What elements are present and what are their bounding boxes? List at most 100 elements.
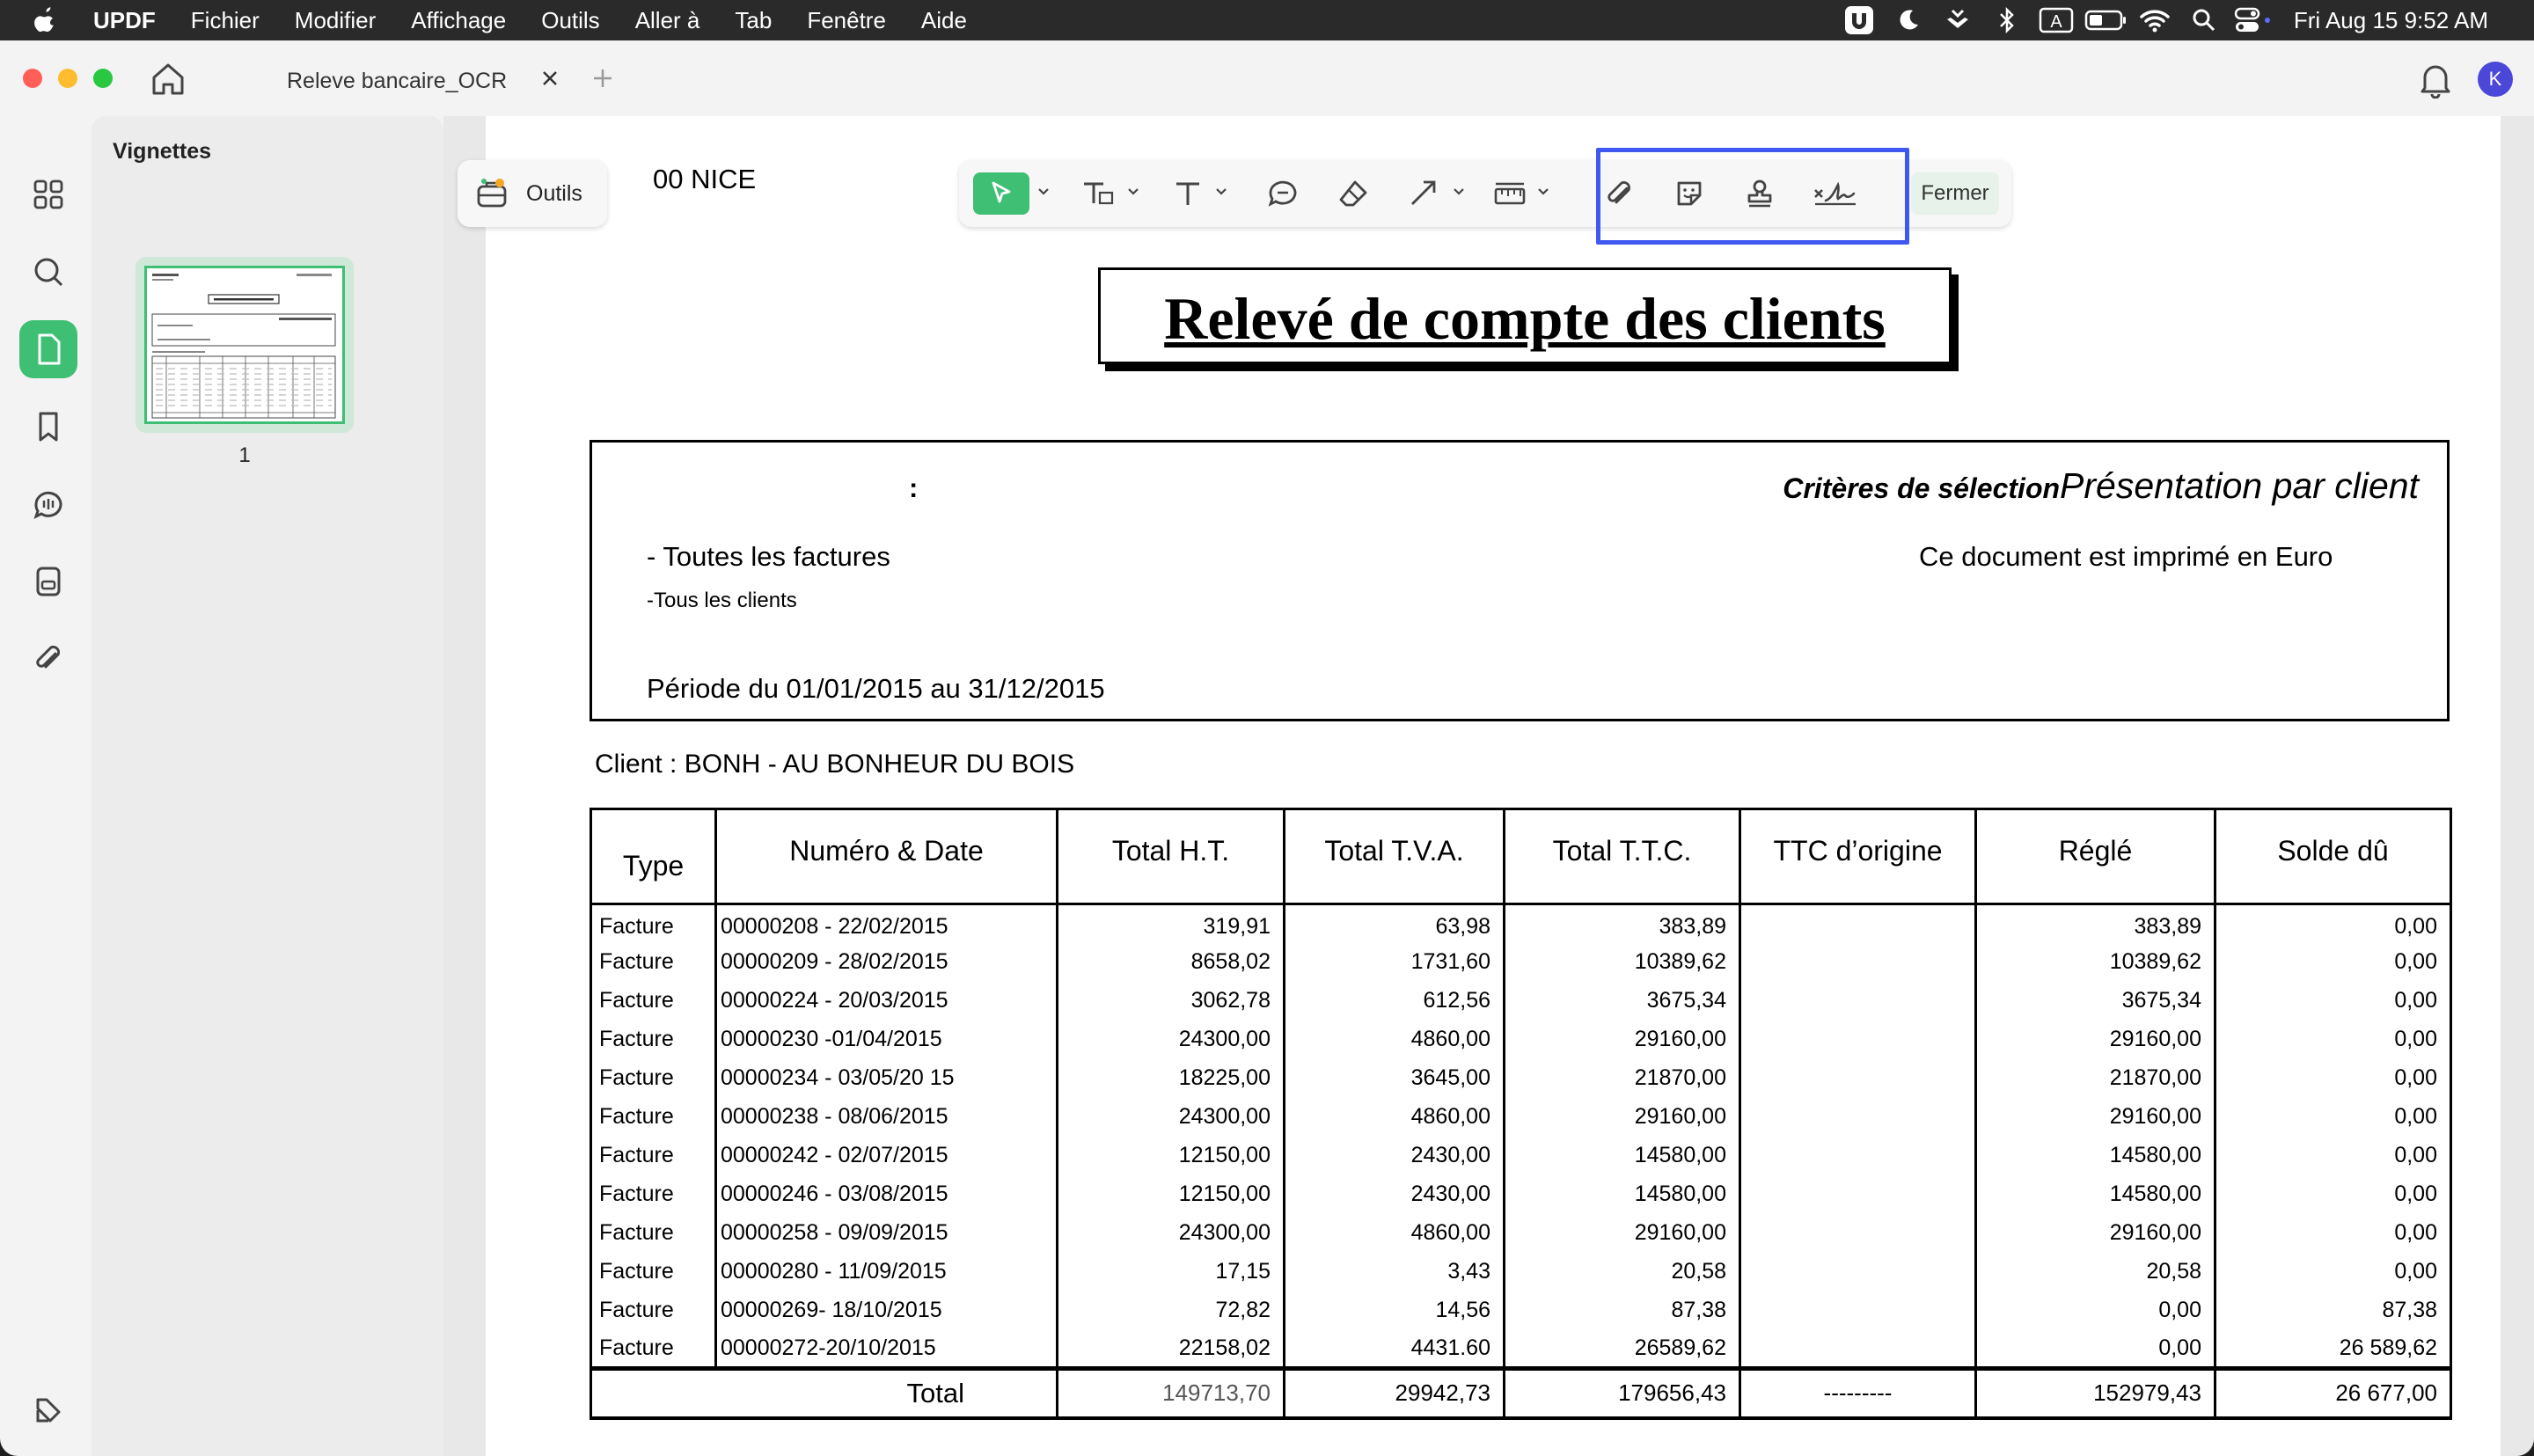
- comment-icon: [31, 487, 66, 522]
- menu-affichage[interactable]: Affichage: [411, 7, 506, 34]
- chevron-down-icon[interactable]: [1126, 185, 1140, 199]
- table-cell: 0,00: [2215, 1214, 2451, 1253]
- measure-tool-button[interactable]: [1489, 172, 1531, 215]
- table-cell: Facture: [591, 1253, 716, 1291]
- avatar[interactable]: K: [2478, 62, 2513, 97]
- menu-tab[interactable]: Tab: [735, 7, 772, 34]
- close-window-button[interactable]: [23, 69, 42, 88]
- text-tool-button[interactable]: [1167, 172, 1209, 215]
- menubar-clock[interactable]: Fri Aug 15 9:52 AM: [2294, 7, 2488, 34]
- thumbnail-page: [144, 266, 345, 424]
- table-cell: Facture: [591, 1137, 716, 1175]
- wifi-icon[interactable]: [2130, 0, 2179, 40]
- zoom-window-button[interactable]: [93, 69, 113, 88]
- chevron-down-icon[interactable]: [1452, 185, 1466, 199]
- sticker-icon: [1673, 178, 1705, 209]
- moon-icon[interactable]: [1884, 0, 1933, 40]
- battery-icon[interactable]: [2081, 0, 2130, 40]
- table-cell: [1740, 1137, 1976, 1175]
- attachments-button[interactable]: [19, 630, 77, 688]
- bookmarks-button[interactable]: [19, 398, 77, 456]
- organize-pages-button[interactable]: [19, 165, 77, 223]
- table-cell: 12150,00: [1058, 1137, 1285, 1175]
- table-cell: 00000269- 18/10/2015: [716, 1291, 1058, 1330]
- table-cell: 4860,00: [1285, 1098, 1505, 1137]
- select-tool-button[interactable]: [973, 172, 1029, 215]
- comment-tool-button[interactable]: [1262, 172, 1304, 215]
- table-cell: 3675,34: [1976, 982, 2215, 1021]
- thumbnail-preview: [147, 268, 342, 421]
- form-icon: [31, 564, 66, 599]
- document-viewer[interactable]: 00 NICE Relevé de compte des clients : C…: [443, 116, 2534, 1456]
- signature-icon: [1812, 178, 1859, 209]
- total-cell: ---------: [1740, 1369, 1976, 1418]
- table-cell: 14580,00: [1505, 1137, 1740, 1175]
- close-toolbar-button[interactable]: Fermer: [1911, 172, 1999, 215]
- paperclip-icon: [1604, 178, 1634, 209]
- table-cell: 2430,00: [1285, 1137, 1505, 1175]
- table-cell: 3645,00: [1285, 1059, 1505, 1098]
- table-row: Facture00000272-20/10/201522158,024431.6…: [591, 1330, 2451, 1369]
- text-box-tool-button[interactable]: [1077, 172, 1119, 215]
- table-cell: 21870,00: [1505, 1059, 1740, 1098]
- column-header: Type: [591, 809, 716, 904]
- menu-aller[interactable]: Aller à: [635, 7, 700, 34]
- column-header: Numéro & Date: [716, 809, 1058, 904]
- apple-icon[interactable]: [32, 5, 58, 33]
- arrow-tool-button[interactable]: [1402, 172, 1445, 215]
- notification-bell-icon[interactable]: [2418, 60, 2453, 99]
- table-cell: 14580,00: [1976, 1137, 2215, 1175]
- menu-modifier[interactable]: Modifier: [295, 7, 376, 34]
- minimize-window-button[interactable]: [58, 69, 77, 88]
- download-tray-icon[interactable]: [1933, 0, 1982, 40]
- comments-button[interactable]: [19, 475, 77, 533]
- table-cell: 20,58: [1976, 1253, 2215, 1291]
- chevron-down-icon[interactable]: [1536, 185, 1550, 199]
- table-cell: 26589,62: [1505, 1330, 1740, 1369]
- sticker-tool-button[interactable]: [1668, 172, 1710, 215]
- menu-bar: UPDF Fichier Modifier Affichage Outils A…: [0, 0, 2534, 40]
- ai-assistant-button[interactable]: [19, 1381, 77, 1439]
- column-header: Total H.T.: [1058, 809, 1285, 904]
- stamp-tool-button[interactable]: [1739, 172, 1781, 215]
- table-cell: Facture: [591, 943, 716, 982]
- thumbnails-button[interactable]: [19, 320, 77, 378]
- control-center-icon[interactable]: [2229, 0, 2278, 40]
- table-cell: [1740, 943, 1976, 982]
- menu-fichier[interactable]: Fichier: [191, 7, 260, 34]
- document-tab[interactable]: Releve bancaire_OCR: [231, 51, 574, 109]
- criteria-box: : Critères de sélectionPrésentation par …: [590, 440, 2450, 721]
- home-icon[interactable]: [150, 62, 187, 97]
- keyboard-input-icon[interactable]: A: [2032, 0, 2081, 40]
- menu-aide[interactable]: Aide: [921, 7, 967, 34]
- left-rail: [0, 116, 92, 1456]
- close-tab-icon[interactable]: [540, 69, 560, 88]
- table-cell: 29160,00: [1505, 1214, 1740, 1253]
- bluetooth-icon[interactable]: [1982, 0, 2032, 40]
- table-cell: 29160,00: [1505, 1021, 1740, 1059]
- tools-button[interactable]: Outils: [458, 160, 607, 227]
- total-cell: 152979,43: [1976, 1369, 2215, 1418]
- signature-tool-button[interactable]: [1809, 172, 1862, 215]
- new-tab-icon[interactable]: [591, 67, 614, 90]
- tools-label: Outils: [526, 181, 582, 207]
- criteria-heading: Critères de sélectionPrésentation par cl…: [1783, 465, 2419, 507]
- eraser-tool-button[interactable]: [1332, 172, 1374, 215]
- menu-fenetre[interactable]: Fenêtre: [807, 7, 886, 34]
- menu-outils[interactable]: Outils: [541, 7, 599, 34]
- attach-file-button[interactable]: [1598, 172, 1640, 215]
- updf-status-icon[interactable]: [1835, 0, 1884, 40]
- chevron-down-icon[interactable]: [1214, 185, 1228, 199]
- search-button[interactable]: [19, 243, 77, 301]
- table-cell: [1740, 1330, 1976, 1369]
- forms-button[interactable]: [19, 552, 77, 611]
- spotlight-search-icon[interactable]: [2179, 0, 2229, 40]
- menu-updf[interactable]: UPDF: [93, 7, 156, 34]
- table-cell: Facture: [591, 1291, 716, 1330]
- page-icon: [31, 332, 66, 367]
- column-header: Réglé: [1976, 809, 2215, 904]
- table-header-row: Type Numéro & Date Total H.T. Total T.V.…: [591, 809, 2451, 904]
- page-thumbnail[interactable]: 1: [135, 257, 354, 433]
- chevron-down-icon[interactable]: [1036, 185, 1051, 199]
- table-cell: 0,00: [2215, 1137, 2451, 1175]
